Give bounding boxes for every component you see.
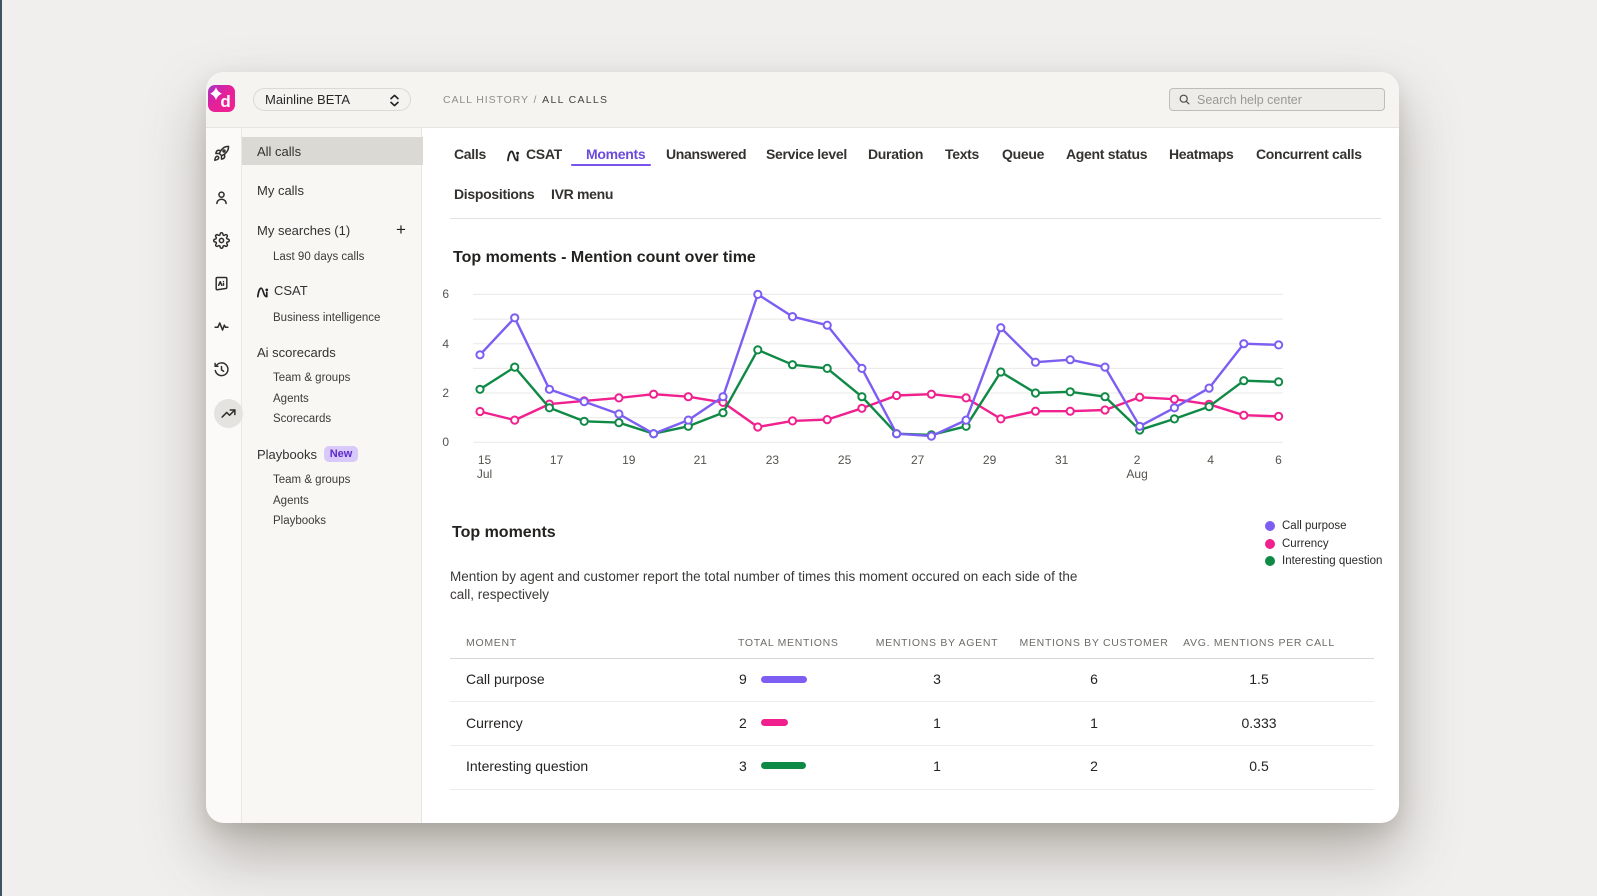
svg-text:d: d <box>220 92 230 111</box>
